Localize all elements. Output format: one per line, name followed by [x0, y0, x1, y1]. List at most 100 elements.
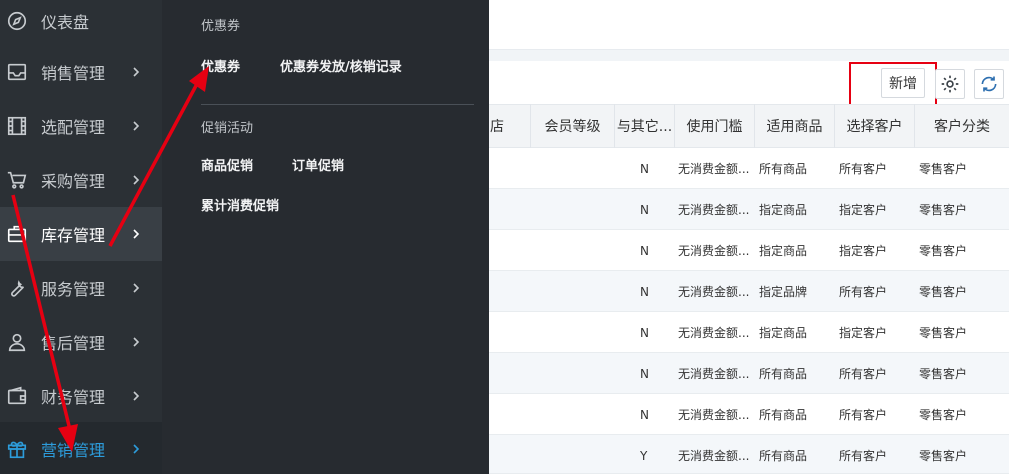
chevron-right-icon [133, 444, 140, 454]
cell-select-customer: 指定客户 [839, 203, 888, 217]
sidebar-item-inventory[interactable]: 库存管理 [0, 207, 162, 261]
sidebar-item-label: 营销管理 [41, 441, 106, 460]
settings-button[interactable] [935, 69, 965, 99]
table-row[interactable]: N 无消费金额... 所有商品 所有客户 零售客户 [489, 353, 1009, 394]
table-row[interactable]: N 无消费金额... 所有商品 所有客户 零售客户 [489, 148, 1009, 189]
cell-applicable-goods: 所有商品 [759, 408, 808, 422]
cell-combinable: N [640, 202, 649, 217]
column-header-select-customer[interactable]: 选择客户 [835, 104, 915, 148]
cell-threshold: 无消费金额... [678, 449, 750, 463]
sidebar-item-dashboard[interactable]: 仪表盘 [0, 0, 162, 48]
sidebar-item-marketing[interactable]: 营销管理 [0, 422, 162, 474]
cell-customer-category: 零售客户 [919, 326, 968, 340]
column-header-customer-category[interactable]: 客户分类 [915, 104, 1009, 148]
cell-threshold: 无消费金额... [678, 162, 750, 176]
submenu-item-coupon-records[interactable]: 优惠券发放/核销记录 [280, 56, 402, 75]
marketing-submenu: 优惠券 优惠券 优惠券发放/核销记录 促销活动 商品促销 订单促销 累计消费促销 [162, 0, 489, 474]
cell-select-customer: 所有客户 [839, 449, 888, 463]
cell-combinable: N [640, 284, 649, 299]
cell-combinable: N [640, 161, 649, 176]
chevron-right-icon [133, 229, 140, 239]
sidebar-item-service[interactable]: 服务管理 [0, 261, 162, 315]
cell-customer-category: 零售客户 [919, 449, 968, 463]
cell-customer-category: 零售客户 [919, 162, 968, 176]
column-header-applicable-goods[interactable]: 适用商品 [755, 104, 835, 148]
cell-applicable-goods: 所有商品 [759, 449, 808, 463]
sidebar-item-configuration[interactable]: 选配管理 [0, 99, 162, 153]
sidebar-item-label: 售后管理 [41, 334, 106, 353]
cell-threshold: 无消费金额... [678, 285, 750, 299]
submenu-item-order-promo[interactable]: 订单促销 [292, 155, 344, 174]
sidebar-item-label: 采购管理 [41, 172, 106, 191]
table-row[interactable]: N 无消费金额... 指定商品 指定客户 零售客户 [489, 312, 1009, 353]
film-icon [5, 114, 29, 138]
cell-combinable: N [640, 366, 649, 381]
cell-threshold: 无消费金额... [678, 367, 750, 381]
cell-customer-category: 零售客户 [919, 408, 968, 422]
table-row[interactable]: N 无消费金额... 所有商品 所有客户 零售客户 [489, 394, 1009, 435]
cell-threshold: 无消费金额... [678, 408, 750, 422]
column-header-combinable[interactable]: 与其它... [615, 104, 675, 148]
gift-icon [5, 437, 29, 461]
content-band [489, 50, 1009, 61]
chevron-right-icon [133, 283, 140, 293]
cell-customer-category: 零售客户 [919, 285, 968, 299]
table-row[interactable]: N 无消费金额... 指定商品 指定客户 零售客户 [489, 189, 1009, 230]
cell-applicable-goods: 指定商品 [759, 244, 808, 258]
cell-select-customer: 所有客户 [839, 162, 888, 176]
sidebar-item-sales[interactable]: 销售管理 [0, 45, 162, 99]
toolbox-icon [5, 222, 29, 246]
table-row[interactable]: Y 无消费金额... 所有商品 所有客户 零售客户 [489, 435, 1009, 474]
cell-threshold: 无消费金额... [678, 244, 750, 258]
annotation-highlight-box [849, 62, 937, 106]
top-bar [489, 0, 1009, 50]
sidebar-item-label: 财务管理 [41, 388, 106, 407]
cell-applicable-goods: 所有商品 [759, 162, 808, 176]
cell-applicable-goods: 指定商品 [759, 326, 808, 340]
submenu-item-cumulative-promo[interactable]: 累计消费促销 [201, 195, 279, 214]
wrench-icon [5, 276, 29, 300]
cell-customer-category: 零售客户 [919, 367, 968, 381]
cell-select-customer: 指定客户 [839, 326, 888, 340]
submenu-item-coupon[interactable]: 优惠券 [201, 56, 240, 75]
table-row[interactable]: N 无消费金额... 指定商品 指定客户 零售客户 [489, 230, 1009, 271]
sidebar-item-purchasing[interactable]: 采购管理 [0, 153, 162, 207]
chevron-right-icon [133, 337, 140, 347]
sidebar: 仪表盘 销售管理 选配管理 采购管理 库存管理 服务管理 售后管理 财务管理 营… [0, 0, 162, 474]
column-header-member-level[interactable]: 会员等级 [531, 104, 615, 148]
cell-applicable-goods: 指定商品 [759, 203, 808, 217]
sidebar-item-label: 销售管理 [41, 64, 106, 83]
cell-applicable-goods: 所有商品 [759, 367, 808, 381]
submenu-divider [201, 104, 474, 105]
cell-combinable: N [640, 325, 649, 340]
chevron-right-icon [133, 121, 140, 131]
sidebar-item-finance[interactable]: 财务管理 [0, 369, 162, 423]
cell-combinable: Y [640, 448, 648, 463]
cart-icon [5, 168, 29, 192]
sidebar-item-label: 选配管理 [41, 118, 106, 137]
refresh-icon [981, 76, 997, 92]
cell-select-customer: 所有客户 [839, 367, 888, 381]
cell-customer-category: 零售客户 [919, 244, 968, 258]
app-root: 仪表盘 销售管理 选配管理 采购管理 库存管理 服务管理 售后管理 财务管理 营… [0, 0, 1009, 474]
submenu-group-promotions: 促销活动 [201, 121, 254, 136]
cell-customer-category: 零售客户 [919, 203, 968, 217]
sidebar-item-after-sales[interactable]: 售后管理 [0, 315, 162, 369]
chevron-right-icon [133, 175, 140, 185]
column-header-store[interactable]: 店 [489, 104, 531, 148]
user-icon [5, 330, 29, 354]
cell-select-customer: 指定客户 [839, 244, 888, 258]
cell-combinable: N [640, 243, 649, 258]
cell-applicable-goods: 指定品牌 [759, 285, 808, 299]
submenu-item-product-promo[interactable]: 商品促销 [201, 155, 253, 174]
sidebar-item-label: 库存管理 [41, 226, 106, 245]
column-header-threshold[interactable]: 使用门槛 [675, 104, 755, 148]
inbox-icon [5, 60, 29, 84]
compass-icon [5, 9, 29, 33]
table-row[interactable]: N 无消费金额... 指定品牌 所有客户 零售客户 [489, 271, 1009, 312]
cell-threshold: 无消费金额... [678, 326, 750, 340]
refresh-button[interactable] [974, 69, 1004, 99]
sidebar-item-label: 服务管理 [41, 280, 106, 299]
cell-threshold: 无消费金额... [678, 203, 750, 217]
chevron-right-icon [133, 391, 140, 401]
